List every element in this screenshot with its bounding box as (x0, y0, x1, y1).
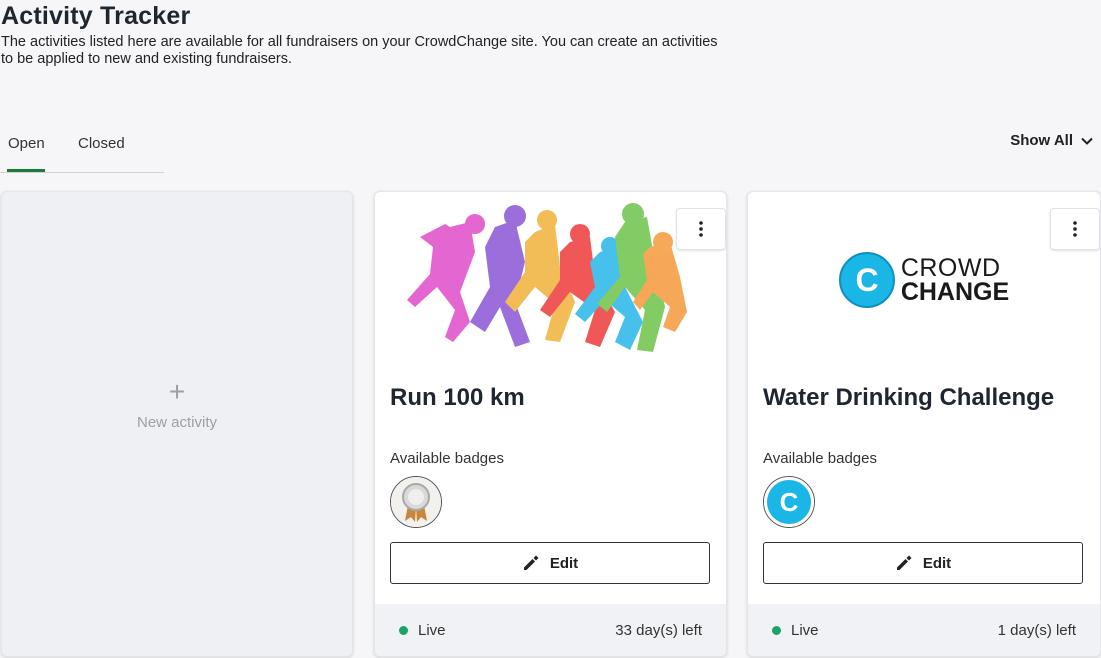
svg-text:C: C (780, 487, 799, 517)
available-badges-label: Available badges (390, 450, 504, 467)
page-description: The activities listed here are available… (1, 34, 718, 67)
edit-label: Edit (549, 554, 579, 572)
available-badges-label: Available badges (763, 450, 877, 467)
active-tab-indicator (7, 169, 45, 172)
runners-image (407, 203, 687, 352)
activity-footer: Live 33 day(s) left (375, 604, 726, 656)
show-all-label: Show All (1010, 132, 1073, 149)
more-options-button[interactable] (676, 208, 726, 250)
status-text: Live (418, 621, 446, 639)
kebab-menu-icon (1073, 221, 1077, 237)
page-title: Activity Tracker (1, 2, 191, 30)
more-options-button[interactable] (1050, 208, 1100, 250)
status-indicator: Live (399, 622, 446, 639)
days-left: 33 day(s) left (615, 621, 702, 639)
tab-closed[interactable]: Closed (78, 135, 125, 152)
activity-title: Water Drinking Challenge (763, 384, 1055, 411)
tab-open[interactable]: Open (8, 135, 45, 152)
medal-icon (391, 477, 441, 527)
status-text: Live (791, 621, 819, 639)
live-dot-icon (399, 625, 408, 635)
edit-button[interactable]: Edit (763, 542, 1083, 584)
crowdchange-c-icon: C (838, 252, 895, 308)
live-dot-icon (772, 625, 781, 635)
pencil-icon (523, 555, 539, 570)
activity-card-water: C CROWD CHANGE Water Drinking Challenge … (747, 191, 1101, 657)
pencil-icon (896, 555, 912, 570)
days-left: 1 day(s) left (997, 621, 1076, 639)
show-all-filter[interactable]: Show All (1010, 132, 1093, 149)
chevron-down-icon (1081, 137, 1093, 145)
crowdchange-logo: C CROWD CHANGE (838, 252, 1010, 308)
logo-line-1: CROWD (900, 254, 1001, 282)
svg-text:C: C (855, 262, 878, 298)
plus-icon: + (168, 375, 186, 407)
crowdchange-c-icon: C (764, 477, 814, 527)
activity-footer: Live 1 day(s) left (748, 604, 1100, 656)
new-activity-label: New activity (136, 413, 218, 431)
status-indicator: Live (772, 622, 819, 639)
activity-card-run: Run 100 km Available badges Edit Live 33… (374, 191, 727, 657)
crowdchange-badge: C (763, 476, 815, 528)
medal-badge (390, 476, 442, 528)
new-activity-card[interactable]: + New activity (1, 191, 353, 657)
activity-title: Run 100 km (390, 384, 525, 411)
kebab-menu-icon (699, 221, 703, 237)
status-tabs: Open Closed (0, 130, 164, 173)
crowdchange-logo-image: C CROWD CHANGE (748, 192, 1100, 362)
edit-button[interactable]: Edit (390, 542, 710, 584)
logo-line-2: CHANGE (900, 278, 1010, 306)
edit-label: Edit (922, 554, 952, 572)
